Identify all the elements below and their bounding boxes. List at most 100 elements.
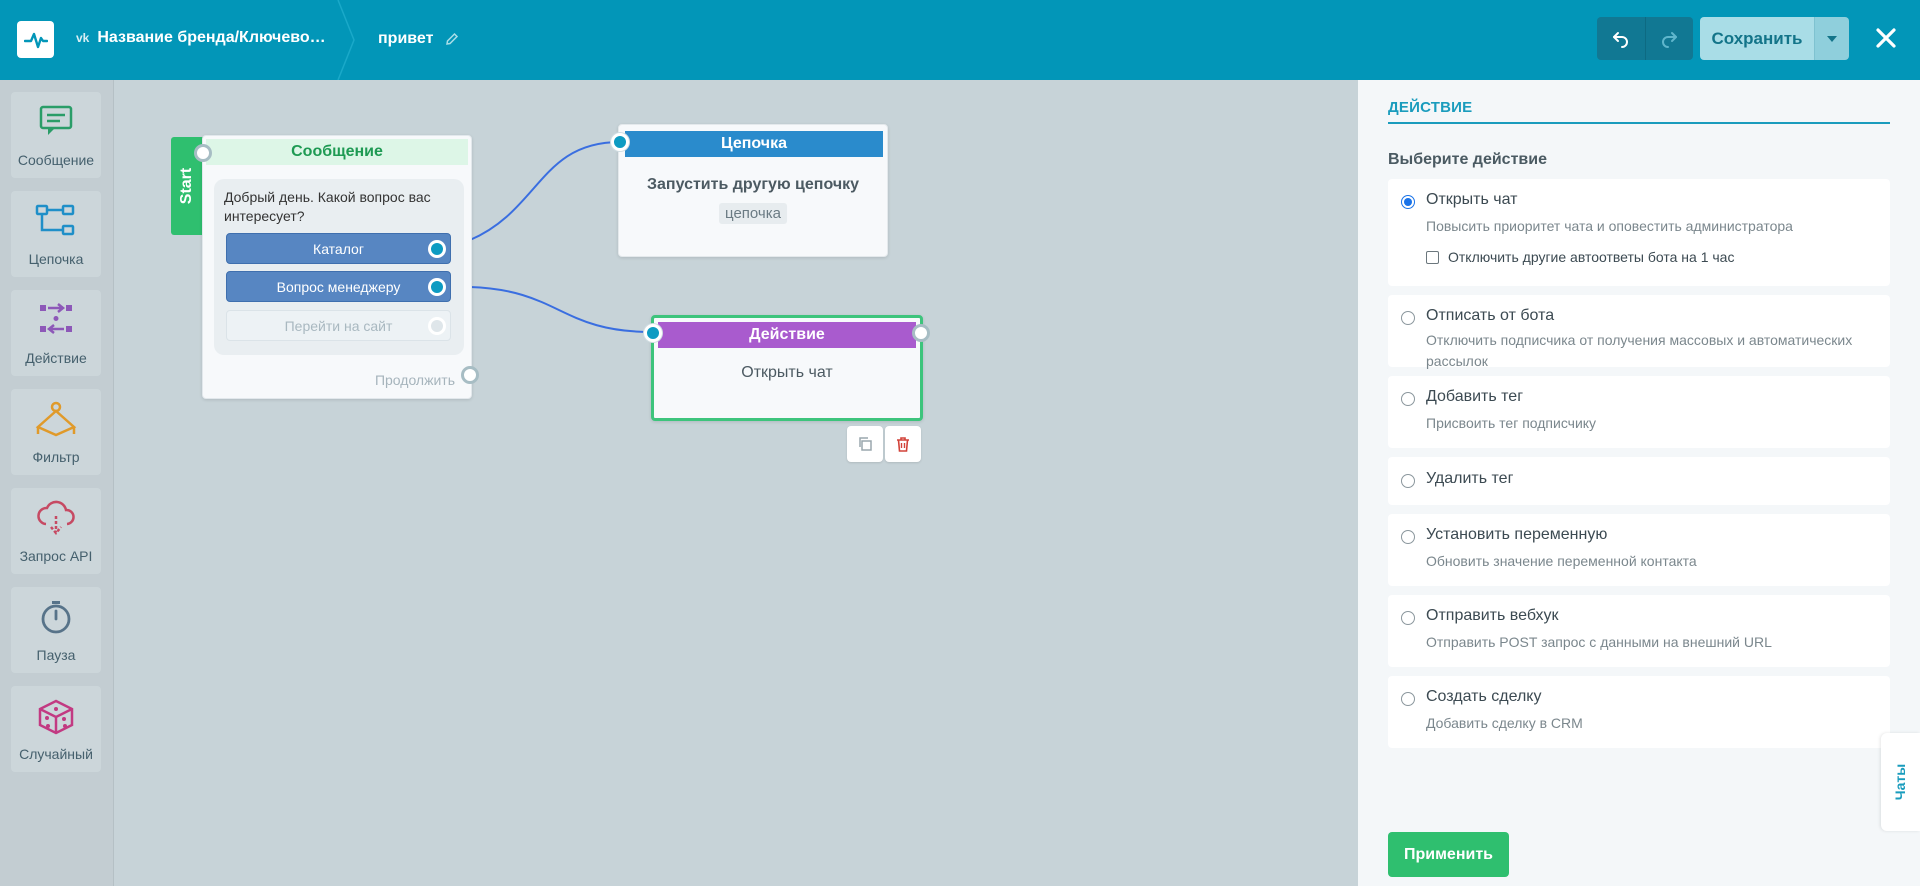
action-output-port[interactable]	[912, 324, 930, 342]
tool-filter-label: Фильтр	[32, 449, 80, 465]
tool-filter[interactable]: Фильтр	[11, 389, 101, 475]
redo-button[interactable]	[1646, 17, 1694, 60]
chats-tab[interactable]: Чаты	[1881, 733, 1920, 831]
panel-subtitle: Выберите действие	[1388, 151, 1547, 168]
output-port[interactable]	[428, 278, 446, 296]
copy-node-button[interactable]	[847, 426, 883, 462]
radio-send-webhook[interactable]	[1401, 611, 1415, 625]
flow-name-label: привет	[378, 30, 434, 47]
redo-icon	[1662, 31, 1678, 48]
quick-reply-catalog[interactable]: Каталог	[226, 233, 451, 264]
start-label: Start	[178, 167, 196, 205]
action-node[interactable]: Действие Открыть чат	[651, 315, 923, 421]
pause-icon	[41, 601, 71, 634]
option-desc: Добавить сделку в CRM	[1426, 715, 1583, 731]
tool-action[interactable]: Действие	[11, 290, 101, 376]
quick-reply-label: Вопрос менеджеру	[276, 278, 401, 295]
continue-label: Продолжить	[374, 372, 455, 388]
save-options-button[interactable]	[1814, 17, 1849, 60]
option-title: Удалить тег	[1426, 470, 1514, 487]
chain-icon	[35, 204, 75, 236]
save-button[interactable]: Сохранить	[1700, 17, 1814, 60]
option-unsubscribe[interactable]: Отписать от бота Отключить подписчика от…	[1388, 295, 1890, 369]
chain-input-port[interactable]	[611, 133, 629, 151]
action-input-port[interactable]	[644, 324, 662, 342]
message-icon	[39, 105, 73, 135]
output-port[interactable]	[428, 240, 446, 258]
brand-selector[interactable]: vk Название бренда/Ключево…	[76, 29, 326, 47]
panel-title: ДЕЙСТВИЕ	[1388, 99, 1890, 124]
option-remove-tag[interactable]: Удалить тег	[1388, 457, 1890, 505]
radio-set-variable[interactable]	[1401, 530, 1415, 544]
tool-api-request-label: Запрос API	[19, 548, 93, 564]
top-bar: vk Название бренда/Ключево… привет Сохра…	[0, 0, 1920, 80]
option-title: Отправить вебхук	[1426, 607, 1559, 624]
chats-tab-label: Чаты	[1892, 763, 1909, 801]
quick-reply-website[interactable]: Перейти на сайт	[226, 310, 451, 341]
chevron-down-icon	[1827, 35, 1837, 42]
message-input-port[interactable]	[194, 144, 212, 162]
option-send-webhook[interactable]: Отправить вебхук Отправить POST запрос с…	[1388, 595, 1890, 667]
filter-icon	[35, 401, 77, 437]
tool-random[interactable]: Случайный	[11, 686, 101, 772]
app-logo-icon[interactable]	[17, 21, 54, 58]
radio-create-deal[interactable]	[1401, 692, 1415, 706]
option-add-tag[interactable]: Добавить тег Присвоить тег подписчику	[1388, 376, 1890, 448]
trash-icon	[897, 437, 909, 452]
tool-action-label: Действие	[25, 350, 87, 366]
tool-random-label: Случайный	[19, 746, 93, 762]
continue-output-port[interactable]	[461, 366, 479, 384]
chain-node[interactable]: Цепочка Запустить другую цепочку цепочка	[618, 124, 888, 257]
tool-chain[interactable]: Цепочка	[11, 191, 101, 277]
option-desc: Присвоить тег подписчику	[1426, 415, 1597, 431]
action-settings-panel: ДЕЙСТВИЕ Выберите действие Открыть чат П…	[1358, 80, 1920, 886]
option-desc: Повысить приоритет чата и оповестить адм…	[1426, 218, 1793, 234]
radio-remove-tag[interactable]	[1401, 474, 1415, 488]
message-bubble: Добрый день. Какой вопрос вас интересует…	[214, 179, 464, 355]
option-title: Открыть чат	[1426, 191, 1518, 208]
quick-reply-label: Перейти на сайт	[284, 317, 393, 334]
option-create-deal[interactable]: Создать сделку Добавить сделку в CRM	[1388, 676, 1890, 748]
disable-autoreplies-checkbox[interactable]	[1426, 251, 1439, 264]
delete-node-button[interactable]	[885, 426, 921, 462]
quick-reply-manager[interactable]: Вопрос менеджеру	[226, 271, 451, 302]
apply-button[interactable]: Применить	[1388, 832, 1509, 877]
message-text: Добрый день. Какой вопрос вас интересует…	[224, 189, 431, 224]
output-port[interactable]	[428, 317, 446, 335]
tool-chain-label: Цепочка	[28, 251, 84, 267]
close-button[interactable]	[1870, 22, 1902, 54]
radio-add-tag[interactable]	[1401, 392, 1415, 406]
flow-name[interactable]: привет	[378, 30, 459, 48]
tool-api-request[interactable]: Запрос API	[11, 488, 101, 574]
node-toolbar: Сообщение Цепочка Действие Фильтр Запрос…	[0, 80, 114, 886]
option-title: Установить переменную	[1426, 526, 1608, 543]
message-node-title: Сообщение	[206, 139, 468, 165]
option-title: Создать сделку	[1426, 688, 1542, 705]
chain-node-title: Цепочка	[625, 131, 883, 157]
undo-button[interactable]	[1597, 17, 1646, 60]
action-node-text: Открыть чат	[741, 364, 833, 381]
option-desc: Отключить подписчика от получения массов…	[1426, 332, 1853, 369]
dice-icon	[38, 699, 74, 735]
brand-name: Название бренда/Ключево…	[97, 29, 326, 46]
option-set-variable[interactable]: Установить переменную Обновить значение …	[1388, 514, 1890, 586]
edit-pencil-icon[interactable]	[445, 32, 459, 46]
message-node[interactable]: Сообщение Добрый день. Какой вопрос вас …	[202, 135, 472, 399]
chain-node-text: Запустить другую цепочку	[646, 176, 860, 193]
disable-autoreplies-label: Отключить другие автоответы бота на 1 ча…	[1448, 249, 1735, 265]
close-icon	[1876, 28, 1896, 48]
action-icon	[40, 303, 72, 334]
radio-open-chat[interactable]	[1401, 195, 1415, 209]
option-open-chat[interactable]: Открыть чат Повысить приоритет чата и оп…	[1388, 179, 1890, 286]
undo-icon	[1612, 31, 1628, 48]
tool-pause-label: Пауза	[36, 647, 76, 663]
option-desc: Отправить POST запрос с данными на внешн…	[1426, 634, 1772, 650]
option-desc: Обновить значение переменной контакта	[1426, 553, 1697, 569]
tool-message-label: Сообщение	[17, 152, 95, 168]
radio-unsubscribe[interactable]	[1401, 311, 1415, 325]
breadcrumb-separator-icon	[337, 0, 355, 80]
tool-pause[interactable]: Пауза	[11, 587, 101, 673]
action-node-title: Действие	[658, 322, 916, 348]
tool-message[interactable]: Сообщение	[11, 92, 101, 178]
chain-tag: цепочка	[719, 203, 787, 224]
